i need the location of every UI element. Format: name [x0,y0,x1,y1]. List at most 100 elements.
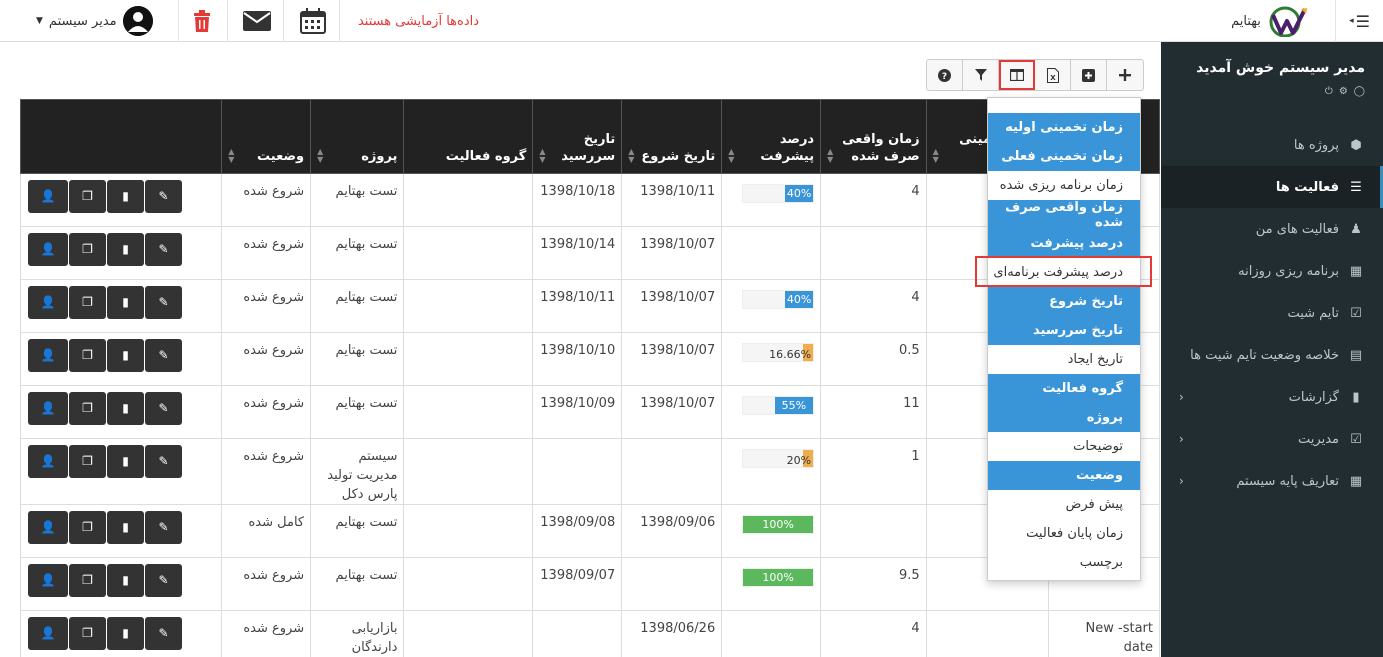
copy-icon[interactable]: ❐ [69,617,106,650]
sidebar-item[interactable]: ▦ برنامه ریزی روزانه [1161,250,1383,292]
assign-user-icon[interactable]: 👤 [28,339,68,372]
assign-user-icon[interactable]: 👤 [28,564,68,597]
assign-user-icon[interactable]: 👤 [28,180,68,213]
calendar-icon[interactable] [290,0,336,42]
header-actions [19,99,223,174]
column-toggle-item[interactable]: زمان تخمینی فعلی [988,142,1140,171]
hamburger-icon[interactable]: ◂ ☰ [1336,0,1383,42]
assign-user-icon[interactable]: 👤 [28,233,68,266]
envelope-icon[interactable] [234,0,280,42]
column-toggle-item[interactable]: پروژه [988,403,1140,432]
column-toggle-item[interactable]: زمان تخمینی اولیه [988,113,1140,142]
gear-icon[interactable]: ⚙ [1339,86,1348,97]
sidebar-item[interactable]: ▮ گزارشات ‹ [1161,376,1383,418]
sidebar-item[interactable]: ☰ فعالیت ها [1161,166,1383,208]
chevron-left-icon: ‹ [1179,390,1184,404]
assign-user-icon[interactable]: 👤 [28,392,68,425]
column-toggle-item[interactable]: درصد پیشرفت [988,229,1140,258]
column-toggle-item[interactable]: برچسب [988,548,1140,577]
delete-icon[interactable]: ▮ [107,564,144,597]
plus-square-icon[interactable] [1071,60,1107,90]
column-toggle-item[interactable]: تاریخ ایجاد [988,345,1140,374]
status-cell: کامل شده [221,504,312,558]
copy-icon[interactable]: ❐ [69,233,106,266]
plus-icon[interactable] [1107,60,1143,90]
assign-user-icon[interactable]: 👤 [28,286,68,319]
actions-cell: 👤 ❐ ▮ ✎ [19,279,223,333]
copy-icon[interactable]: ❐ [69,180,106,213]
delete-icon[interactable]: ▮ [107,392,144,425]
sidebar-item[interactable]: ♟ فعالیت های من [1161,208,1383,250]
progress-label: 40% [786,187,812,200]
column-toggle-item[interactable]: پیش فرض [988,490,1140,519]
edit-icon[interactable]: ✎ [145,392,182,425]
header-status[interactable]: وضعیت ▲ ▼ [221,99,312,174]
column-toggle-item[interactable]: زمان واقعی صرف شده [988,200,1140,230]
column-toggle-item[interactable]: زمان برنامه ریزی شده [988,171,1140,200]
delete-icon[interactable]: ▮ [107,445,144,478]
edit-icon[interactable]: ✎ [145,180,182,213]
copy-icon[interactable]: ❐ [69,511,106,544]
column-toggle-item[interactable]: تاریخ شروع [988,287,1140,316]
excel-icon[interactable]: X [1035,60,1071,90]
est-cell [925,610,1049,657]
sidebar-item[interactable]: ☑ مدیریت ‹ [1161,418,1383,460]
actual-cell: 11 [820,385,927,439]
edit-icon[interactable]: ✎ [145,233,182,266]
column-toggle-item[interactable]: تاریخ سررسید [988,316,1140,345]
edit-icon[interactable]: ✎ [145,339,182,372]
edit-icon[interactable]: ✎ [145,511,182,544]
sidebar-item[interactable]: ▤ خلاصه وضعیت تایم شیت ها [1161,334,1383,376]
delete-icon[interactable]: ▮ [107,617,144,650]
assign-user-icon[interactable]: 👤 [28,617,68,650]
start-cell: 1398/09/06 [621,504,723,558]
sidebar-item[interactable]: ☑ تایم شیت [1161,292,1383,334]
table-row[interactable]: New -start date 4 1398/06/26 بازاریابی دارن… [19,610,1161,657]
first-cell: New -start date [1047,610,1161,657]
copy-icon[interactable]: ❐ [69,286,106,319]
edit-icon[interactable]: ✎ [145,286,182,319]
progress-fill: 100% [743,569,814,586]
header-project[interactable]: پروژه ▲ ▼ [310,99,405,174]
sidebar-item-label: گزارشات [1288,389,1339,405]
edit-icon[interactable]: ✎ [145,617,182,650]
actual-cell [820,226,927,280]
copy-icon[interactable]: ❐ [69,445,106,478]
sidebar-item[interactable]: ▦ تعاریف پایه سیستم ‹ [1161,460,1383,502]
assign-user-icon[interactable]: 👤 [28,511,68,544]
help-icon[interactable]: ? [927,60,963,90]
user-icon[interactable]: ◯ [1354,86,1365,97]
columns-icon[interactable] [999,60,1035,90]
edit-icon[interactable]: ✎ [145,445,182,478]
start-cell: 1398/10/11 [621,173,723,227]
column-toggle-item[interactable]: توضیحات [988,432,1140,461]
header-actual[interactable]: زمان واقعی صرف شده ▲ ▼ [820,99,927,174]
delete-icon[interactable]: ▮ [107,233,144,266]
power-icon[interactable]: ⏻ [1325,86,1333,97]
header-start[interactable]: تاریخ شروع ▲ ▼ [621,99,723,174]
delete-icon[interactable]: ▮ [107,339,144,372]
column-toggle-item[interactable]: زمان پایان فعالیت [988,519,1140,548]
trash-icon[interactable] [180,0,224,42]
header-progress[interactable]: درصد پیشرفت ▲ ▼ [721,99,822,174]
due-cell [532,438,623,505]
filter-icon[interactable] [963,60,999,90]
assign-user-icon[interactable]: 👤 [28,445,68,478]
app-logo[interactable]: بهتایم [1225,0,1317,42]
column-toggle-item[interactable]: گروه فعالیت [988,374,1140,403]
delete-icon[interactable]: ▮ [107,511,144,544]
user-menu[interactable]: ▼ مدیر سیستم [36,0,166,42]
column-toggle-item[interactable]: وضعیت [988,461,1140,490]
project-cell: تست بهتایم [310,385,405,439]
copy-icon[interactable]: ❐ [69,564,106,597]
delete-icon[interactable]: ▮ [107,180,144,213]
header-due[interactable]: تاریخ سررسید ▲ ▼ [532,99,623,174]
edit-icon[interactable]: ✎ [145,564,182,597]
progress-label: 55% [781,399,807,412]
sidebar-item[interactable]: ⬢ پروژه ها [1161,124,1383,166]
delete-icon[interactable]: ▮ [107,286,144,319]
copy-icon[interactable]: ❐ [69,339,106,372]
copy-icon[interactable]: ❐ [69,392,106,425]
header-group[interactable]: گروه فعالیت [403,99,534,174]
due-cell: 1398/10/11 [532,279,623,333]
